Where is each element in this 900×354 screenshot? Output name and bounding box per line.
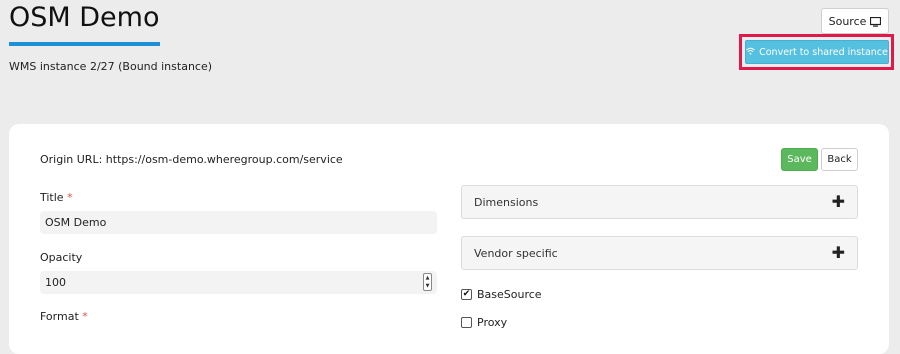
opacity-stepper[interactable]: ▲ ▼	[423, 273, 432, 291]
save-button[interactable]: Save	[781, 148, 818, 171]
monitor-icon	[870, 16, 882, 27]
format-label-text: Format	[40, 310, 79, 323]
dimensions-panel[interactable]: Dimensions ✚	[461, 185, 858, 219]
basesource-checkbox-row[interactable]: ✔ BaseSource	[461, 288, 542, 301]
proxy-checkbox-row[interactable]: Proxy	[461, 316, 507, 329]
basesource-label: BaseSource	[477, 288, 542, 301]
required-marker: *	[67, 191, 73, 204]
title-input[interactable]: OSM Demo	[40, 211, 437, 234]
stepper-up-icon[interactable]: ▲	[426, 275, 430, 281]
wifi-icon	[746, 47, 755, 58]
title-label-text: Title	[40, 191, 64, 204]
vendor-specific-panel-label: Vendor specific	[474, 246, 558, 260]
plus-icon[interactable]: ✚	[832, 245, 845, 261]
dimensions-panel-label: Dimensions	[474, 195, 539, 209]
opacity-field-label: Opacity	[40, 251, 83, 264]
opacity-input-value: 100	[45, 276, 66, 289]
basesource-checkbox[interactable]: ✔	[461, 289, 472, 300]
format-field-label: Format *	[40, 310, 88, 323]
title-input-value: OSM Demo	[45, 216, 107, 229]
convert-button-label: Convert to shared instance	[759, 46, 888, 58]
vendor-specific-panel[interactable]: Vendor specific ✚	[461, 236, 858, 270]
convert-to-shared-instance-button[interactable]: Convert to shared instance	[745, 40, 889, 64]
stepper-down-icon[interactable]: ▼	[426, 283, 430, 289]
source-button-label: Source	[828, 14, 867, 28]
origin-url-label: Origin URL:	[40, 153, 103, 166]
page-title: OSM Demo	[9, 2, 160, 33]
origin-url-value: https://osm-demo.wheregroup.com/service	[105, 153, 343, 166]
back-button[interactable]: Back	[821, 148, 858, 171]
proxy-label: Proxy	[477, 316, 508, 329]
title-field-label: Title *	[40, 191, 73, 204]
opacity-input[interactable]: 100	[40, 271, 437, 294]
origin-url: Origin URL: https://osm-demo.wheregroup.…	[40, 153, 343, 166]
source-button[interactable]: Source	[821, 8, 889, 34]
proxy-checkbox[interactable]	[461, 317, 472, 328]
instance-subtitle: WMS instance 2/27 (Bound instance)	[9, 60, 213, 73]
required-marker: *	[82, 310, 88, 323]
plus-icon[interactable]: ✚	[832, 194, 845, 210]
title-underline	[9, 42, 160, 46]
